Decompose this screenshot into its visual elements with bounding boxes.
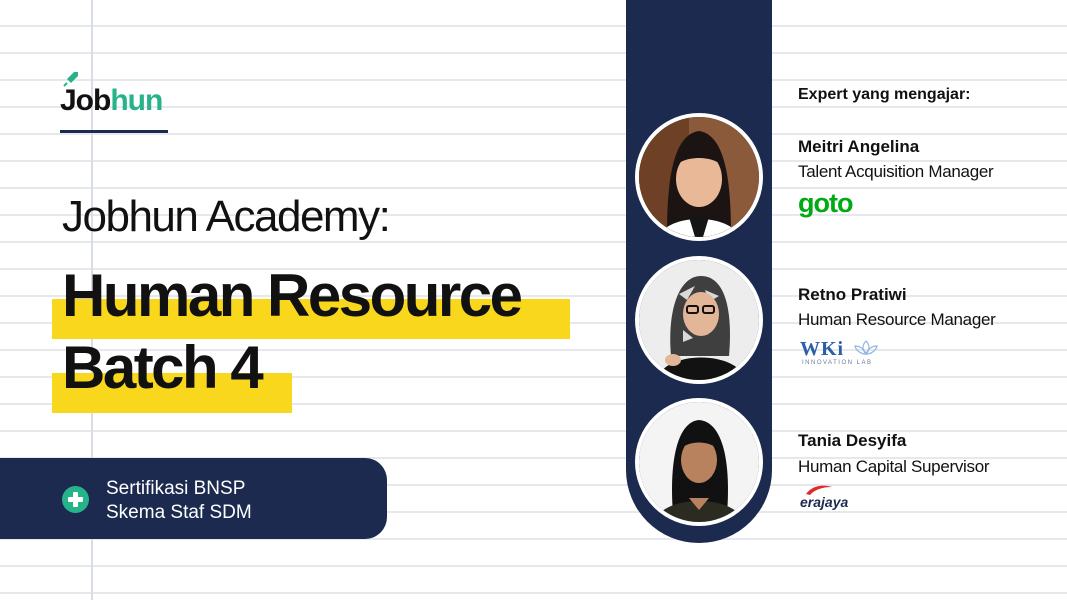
expert-photo-retno xyxy=(635,256,763,384)
expert-name: Meitri Angelina xyxy=(798,137,920,156)
certification-banner: Sertifikasi BNSP Skema Staf SDM xyxy=(0,458,387,539)
batch-title: Batch 4 xyxy=(62,334,264,401)
jobhun-logo: Jobhun xyxy=(60,70,168,136)
erajaya-logo: erajaya xyxy=(800,484,860,514)
certification-line2: Skema Staf SDM xyxy=(106,502,252,523)
plus-circle-icon xyxy=(62,486,89,513)
expert-name: Retno Pratiwi xyxy=(798,285,907,304)
expert-role: Talent Acquisition Manager xyxy=(798,162,994,181)
expert-photo-meitri xyxy=(635,113,763,241)
expert-role: Human Resource Manager xyxy=(798,310,996,329)
goto-logo: goto xyxy=(798,188,853,218)
certification-line1: Sertifikasi BNSP xyxy=(106,478,246,499)
page-title: Jobhun Academy: xyxy=(62,192,391,241)
wki-innovation-lab-logo: WKi INNOVATION LAB xyxy=(800,338,880,370)
expert-role: Human Capital Supervisor xyxy=(798,457,990,476)
lotus-icon xyxy=(854,340,878,355)
course-title: Human Resource xyxy=(62,262,523,329)
expert-photo-tania xyxy=(635,398,763,526)
logo-wordmark: Jobhun xyxy=(60,84,163,117)
expert-name: Tania Desyifa xyxy=(798,431,907,450)
logo-underline xyxy=(60,130,168,133)
experts-heading: Expert yang mengajar: xyxy=(798,86,971,103)
